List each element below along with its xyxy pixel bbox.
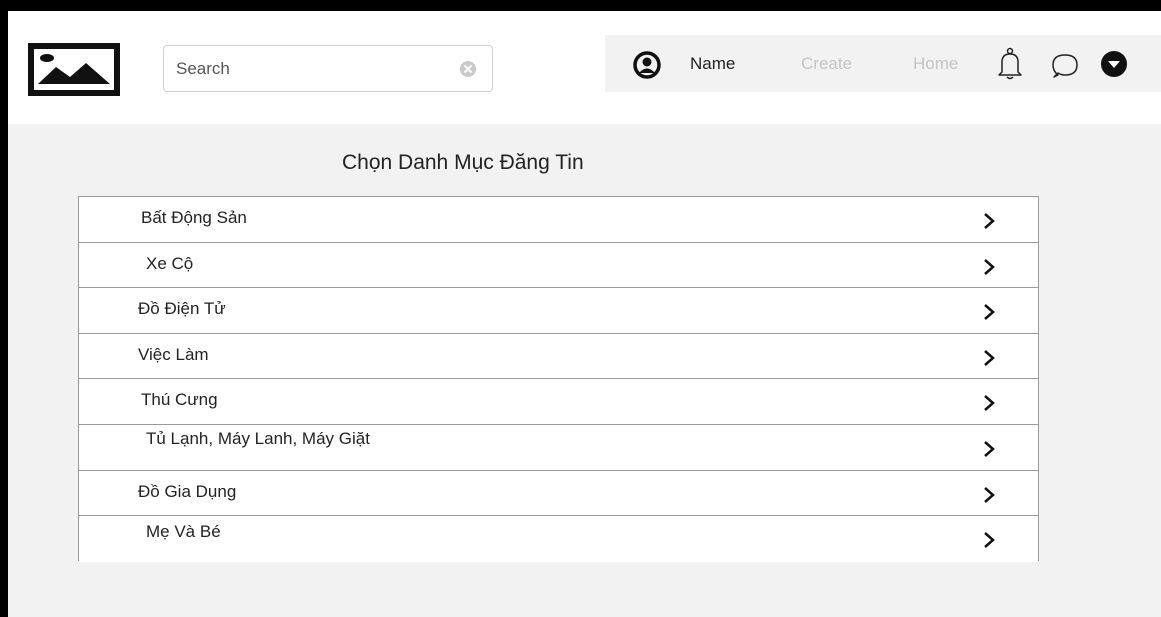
chevron-right-icon [984, 486, 995, 503]
chevron-right-icon [984, 304, 995, 321]
category-label: Xe Cộ [146, 253, 194, 273]
clear-search-icon[interactable] [460, 61, 476, 77]
category-row-bat-dong-san[interactable]: Bất Động Sản [79, 197, 1038, 243]
chevron-right-icon [984, 349, 995, 366]
category-row-viec-lam[interactable]: Việc Làm [79, 333, 1038, 380]
nav-create-link[interactable]: Create [801, 35, 852, 92]
main-content: Chọn Danh Mục Đăng Tin Bất Động Sản Xe C… [8, 124, 1161, 617]
category-label: Đồ Điện Tử [138, 299, 226, 319]
user-avatar-icon[interactable] [633, 51, 661, 79]
nav-home-link[interactable]: Home [913, 35, 958, 92]
category-row-tu-lanh[interactable]: Tủ Lạnh, Máy Lanh, Máy Giặt [79, 424, 1038, 471]
image-placeholder-icon [38, 54, 110, 84]
nav-name-link[interactable]: Name [690, 35, 735, 92]
category-row-do-dien-tu[interactable]: Đồ Điện Tử [79, 288, 1038, 334]
chat-bubble-icon[interactable] [1050, 51, 1080, 79]
category-list: Bất Động Sản Xe Cộ Đồ Điện Tử Việc Làm T… [78, 196, 1039, 562]
category-row-xe-co[interactable]: Xe Cộ [79, 242, 1038, 289]
top-header: Name Create Home [8, 11, 1161, 124]
chevron-right-icon [984, 532, 995, 549]
category-label: Việc Làm [138, 344, 209, 364]
chevron-right-icon [984, 441, 995, 457]
category-label: Thú Cưng [141, 390, 218, 410]
dropdown-circle-icon[interactable] [1100, 50, 1128, 78]
chevron-right-icon [984, 395, 995, 412]
bell-icon[interactable] [997, 47, 1023, 81]
category-row-me-va-be[interactable]: Mẹ Và Bé [79, 516, 1038, 562]
chevron-right-icon [984, 258, 995, 275]
category-row-do-gia-dung[interactable]: Đồ Gia Dụng [79, 470, 1038, 517]
page-title: Chọn Danh Mục Đăng Tin [342, 151, 584, 174]
category-label: Bất Động Sản [141, 208, 247, 227]
logo-image-icon[interactable] [28, 43, 120, 96]
category-label: Đồ Gia Dụng [138, 481, 237, 501]
category-row-thu-cung[interactable]: Thú Cưng [79, 379, 1038, 425]
search-box [163, 45, 493, 92]
category-label: Mẹ Và Bé [146, 522, 221, 542]
search-input[interactable] [176, 46, 446, 91]
top-nav: Name Create Home [605, 35, 1161, 92]
app-window: Name Create Home Chọn Danh Mục Đăng Tin … [0, 0, 1161, 617]
category-label: Tủ Lạnh, Máy Lanh, Máy Giặt [146, 428, 370, 448]
chevron-right-icon [984, 213, 995, 229]
